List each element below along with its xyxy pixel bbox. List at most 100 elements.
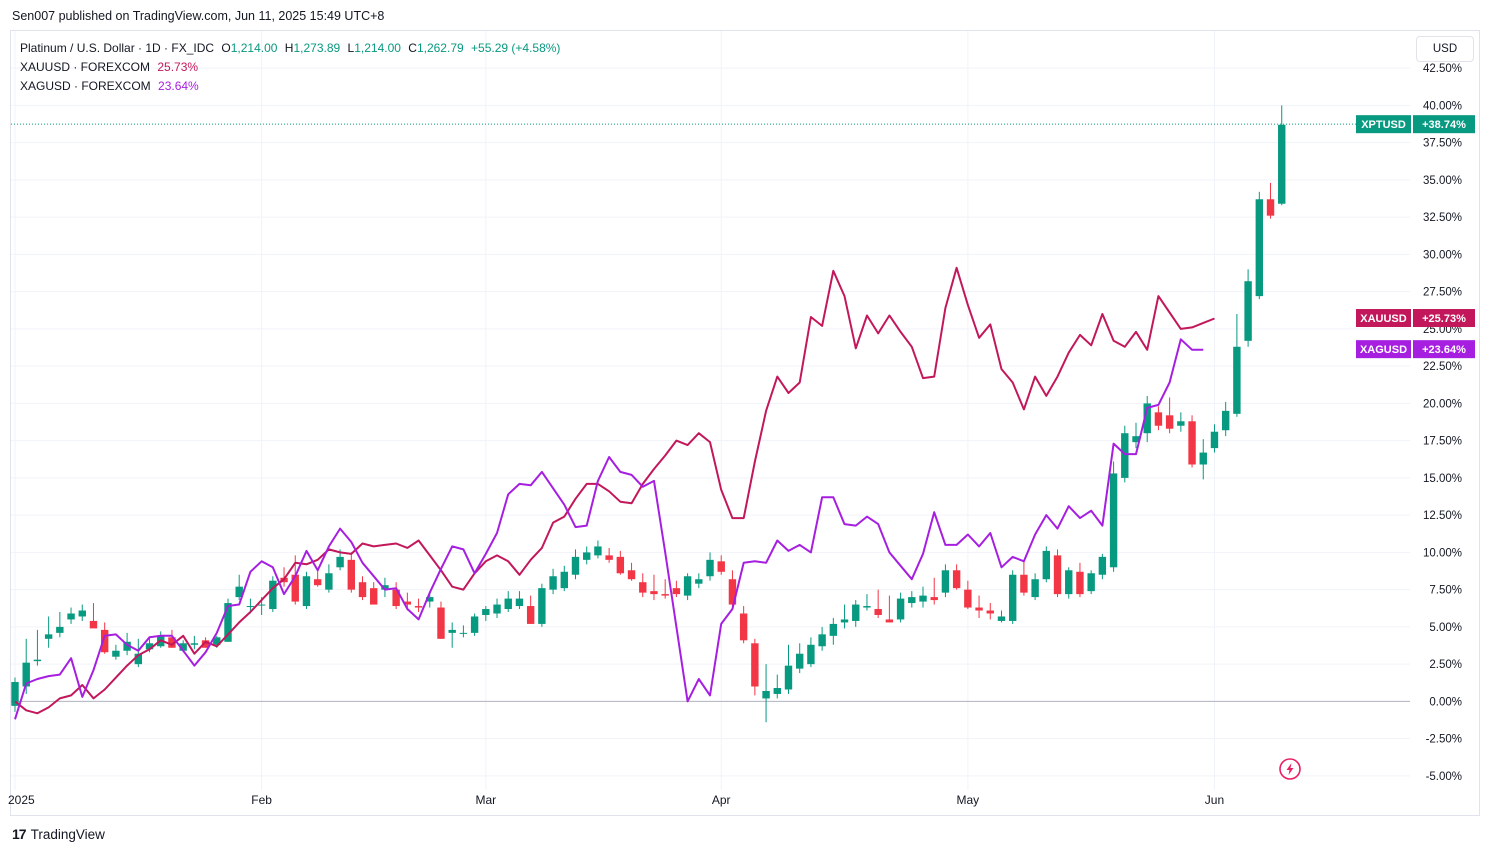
candle[interactable] xyxy=(44,616,53,648)
candle[interactable] xyxy=(1020,561,1028,596)
candle[interactable] xyxy=(796,643,804,674)
candle[interactable] xyxy=(616,550,625,575)
candle[interactable] xyxy=(538,583,546,627)
candle[interactable] xyxy=(717,555,725,575)
chart-canvas[interactable]: 42.50% 40.00% 37.50% 35.00% 32.50% 30.00% 27.5… xyxy=(0,0,1491,854)
candle[interactable] xyxy=(1210,424,1219,453)
legend-xauusd[interactable]: XAUUSD · FOREXCOM 25.73% xyxy=(20,58,560,77)
candle[interactable] xyxy=(1154,406,1163,431)
candle[interactable] xyxy=(818,626,826,651)
candle[interactable] xyxy=(683,573,692,601)
candle[interactable] xyxy=(975,595,983,618)
candle[interactable] xyxy=(807,637,815,668)
candle[interactable] xyxy=(112,644,120,660)
candle[interactable] xyxy=(33,629,42,666)
candle[interactable] xyxy=(470,613,479,636)
candle[interactable] xyxy=(313,568,322,587)
x-tick-label: 2025 xyxy=(8,793,35,807)
candle[interactable] xyxy=(997,610,1006,623)
candle[interactable] xyxy=(89,603,98,629)
candle[interactable] xyxy=(964,580,972,610)
candle[interactable] xyxy=(1266,182,1275,219)
candle[interactable] xyxy=(605,547,613,563)
candle[interactable] xyxy=(639,573,647,598)
candle[interactable] xyxy=(852,600,860,627)
candle[interactable] xyxy=(1087,570,1095,595)
flash-icon[interactable] xyxy=(1279,758,1301,780)
candle-body xyxy=(549,576,557,590)
candle[interactable] xyxy=(560,565,568,592)
candle[interactable] xyxy=(1199,439,1207,480)
series-line-xauusd[interactable] xyxy=(14,266,1215,715)
candle[interactable] xyxy=(56,612,64,638)
candle[interactable] xyxy=(482,606,490,621)
candle[interactable] xyxy=(78,604,86,621)
candle[interactable] xyxy=(941,564,950,598)
candle[interactable] xyxy=(784,644,793,694)
candle[interactable] xyxy=(325,564,333,593)
candle[interactable] xyxy=(863,594,871,611)
candle[interactable] xyxy=(526,595,535,624)
candle[interactable] xyxy=(1053,549,1062,598)
candle[interactable] xyxy=(840,604,849,629)
candle[interactable] xyxy=(515,591,524,610)
candle[interactable] xyxy=(437,601,445,639)
candle[interactable] xyxy=(908,591,916,608)
candle[interactable] xyxy=(549,568,557,595)
candle[interactable] xyxy=(1098,553,1107,580)
candle[interactable] xyxy=(1244,269,1252,347)
candle[interactable] xyxy=(1065,567,1073,599)
candle[interactable] xyxy=(1109,461,1118,572)
candle[interactable] xyxy=(1221,401,1230,437)
currency-button[interactable]: USD xyxy=(1416,36,1474,62)
legend-main[interactable]: Platinum / U.S. Dollar · 1D · FX_IDC O1,… xyxy=(20,39,560,58)
candle[interactable] xyxy=(1008,570,1017,624)
candle[interactable] xyxy=(594,540,602,559)
candle[interactable] xyxy=(493,598,501,618)
candle[interactable] xyxy=(874,589,882,618)
candle[interactable] xyxy=(661,579,669,599)
candle[interactable] xyxy=(829,617,838,645)
candle[interactable] xyxy=(885,595,894,623)
candle[interactable] xyxy=(986,603,994,620)
candle[interactable] xyxy=(448,622,456,648)
legend-xagusd[interactable]: XAGUSD · FOREXCOM 23.64% xyxy=(20,77,560,96)
series-line-xagusd[interactable] xyxy=(14,338,1204,720)
candle[interactable] xyxy=(1188,415,1196,468)
candle[interactable] xyxy=(67,607,75,624)
candle[interactable] xyxy=(751,638,759,696)
candle[interactable] xyxy=(1233,314,1241,417)
candle[interactable] xyxy=(583,546,591,565)
candle[interactable] xyxy=(930,577,938,605)
candle[interactable] xyxy=(302,571,311,610)
candle[interactable] xyxy=(1165,397,1174,434)
candle[interactable] xyxy=(706,552,714,581)
candle[interactable] xyxy=(739,606,748,644)
candle[interactable] xyxy=(1042,546,1051,583)
candle[interactable] xyxy=(672,580,681,598)
candle[interactable] xyxy=(571,549,580,580)
candle[interactable] xyxy=(269,576,277,612)
price-tag-value: +23.64% xyxy=(1422,344,1466,356)
candle[interactable] xyxy=(773,674,781,699)
candle[interactable] xyxy=(190,635,199,650)
candle[interactable] xyxy=(504,591,512,612)
candle[interactable] xyxy=(762,664,770,723)
footer-brand[interactable]: 17 TradingView xyxy=(12,826,105,842)
candle[interactable] xyxy=(1278,105,1286,206)
candle[interactable] xyxy=(392,582,400,610)
candle[interactable] xyxy=(650,574,658,601)
candle[interactable] xyxy=(952,564,961,590)
candle[interactable] xyxy=(11,677,19,712)
candle[interactable] xyxy=(1031,573,1039,601)
candle[interactable] xyxy=(1255,191,1264,300)
candle[interactable] xyxy=(370,582,378,605)
candle[interactable] xyxy=(627,562,636,581)
candle[interactable] xyxy=(414,598,423,612)
candle[interactable] xyxy=(358,576,367,601)
candle[interactable] xyxy=(347,552,355,593)
candle[interactable] xyxy=(695,573,703,589)
candle[interactable] xyxy=(896,592,905,623)
candle[interactable] xyxy=(1177,412,1185,432)
candle[interactable] xyxy=(1076,562,1084,598)
